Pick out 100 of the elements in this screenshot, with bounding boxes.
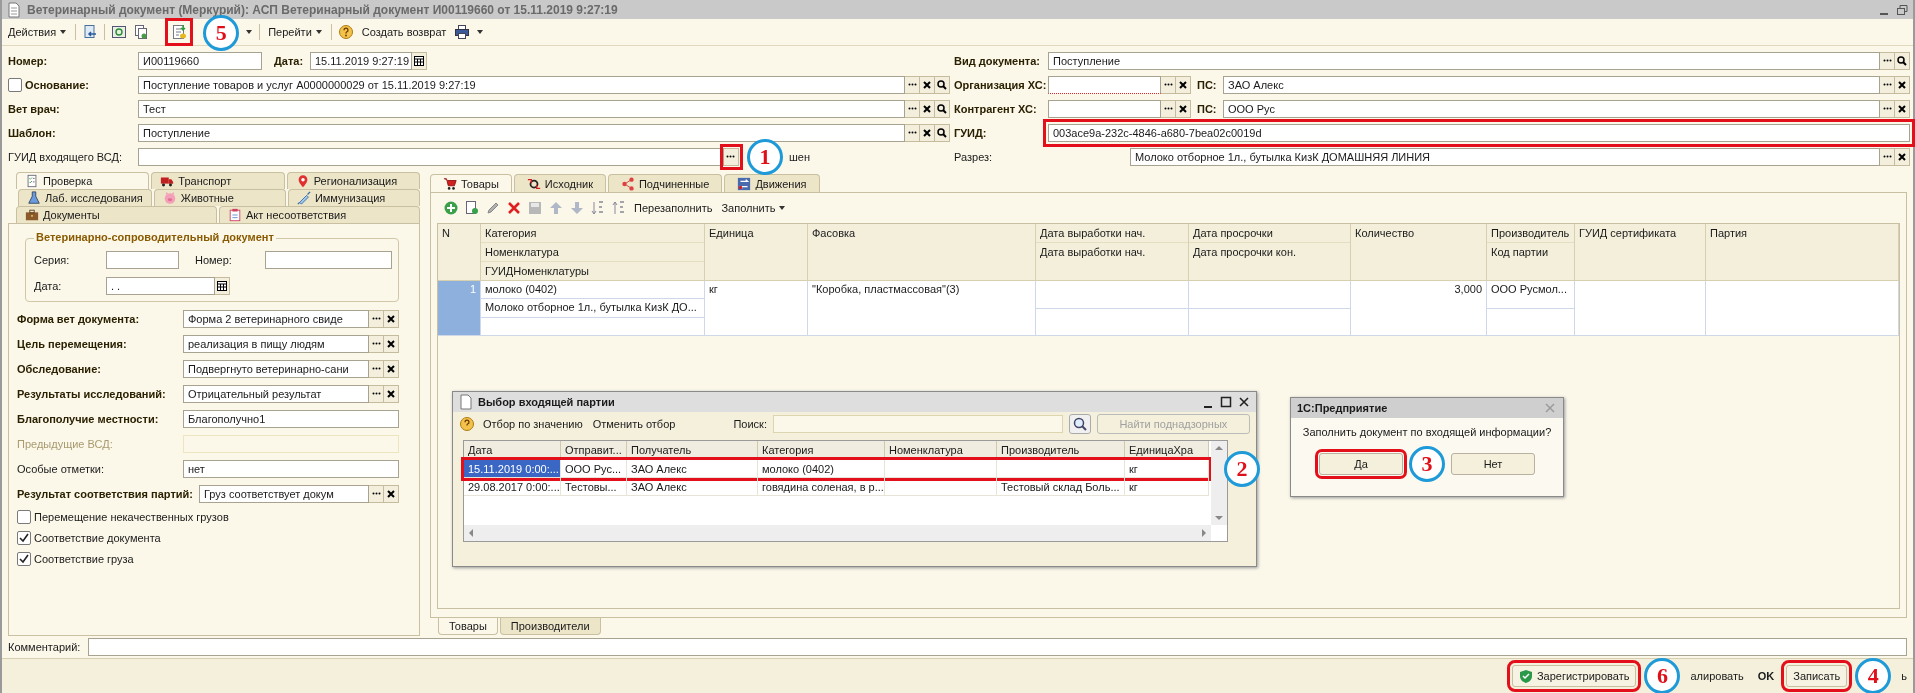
clear-button[interactable] bbox=[1176, 75, 1191, 94]
copy-icon[interactable] bbox=[464, 200, 480, 216]
tab[interactable]: Проверка bbox=[16, 172, 150, 189]
tab[interactable]: Лаб. исследования bbox=[18, 189, 152, 206]
button-label[interactable]: ь bbox=[1899, 670, 1909, 682]
column-header[interactable]: Партия bbox=[1706, 224, 1898, 280]
tab[interactable]: Подчиненные bbox=[607, 174, 723, 192]
maximize-icon[interactable] bbox=[1219, 395, 1233, 409]
checkbox[interactable] bbox=[17, 509, 31, 524]
calendar-button[interactable] bbox=[215, 277, 230, 295]
table-cell[interactable]: 29.08.2017 0:00:... bbox=[464, 478, 561, 496]
column-header[interactable]: Номенклатура bbox=[481, 243, 704, 262]
checkbox[interactable] bbox=[8, 77, 22, 92]
column-header[interactable]: Единица bbox=[705, 224, 807, 280]
column-header[interactable]: ГУИД сертификата bbox=[1575, 224, 1705, 280]
clear-button[interactable] bbox=[920, 123, 935, 142]
pencil-icon[interactable] bbox=[485, 200, 501, 216]
clear-button[interactable] bbox=[920, 99, 935, 118]
clear-button[interactable] bbox=[920, 75, 935, 94]
input-field[interactable]: Молоко отборное 1л., бутылка КизК ДОМАШНЯЯ ЛИНИЯ bbox=[1130, 147, 1880, 166]
clear-button[interactable] bbox=[1895, 99, 1910, 118]
button-label[interactable]: алировать bbox=[1688, 670, 1746, 682]
tab[interactable]: Движения bbox=[724, 174, 820, 192]
table-cell[interactable]: говядина соленая, в р... bbox=[758, 478, 885, 496]
table-cell[interactable]: ЗАО Алекс bbox=[627, 460, 758, 478]
column-header[interactable]: Дата просрочки bbox=[1189, 224, 1350, 243]
add-icon[interactable] bbox=[443, 200, 459, 216]
delete-icon[interactable] bbox=[506, 200, 522, 216]
calendar-button[interactable] bbox=[412, 51, 427, 70]
input-field[interactable]: Подвергнуто ветеринарно-сани bbox=[183, 359, 369, 378]
input-field[interactable]: . . bbox=[106, 277, 215, 295]
printer-icon[interactable] bbox=[454, 24, 471, 40]
column-header[interactable]: Количество bbox=[1351, 224, 1486, 280]
clear-button[interactable] bbox=[384, 334, 399, 353]
column-header[interactable]: Код партии bbox=[1487, 243, 1574, 280]
input-field[interactable]: Форма 2 ветеринарного свиде bbox=[183, 309, 369, 328]
caret-icon[interactable] bbox=[476, 28, 485, 36]
refresh-icon[interactable] bbox=[111, 24, 128, 40]
checkbox[interactable] bbox=[17, 551, 31, 566]
tab[interactable]: Транспорт bbox=[151, 172, 285, 189]
column-header[interactable]: ГУИДНоменклатуры bbox=[481, 262, 704, 280]
column-header[interactable]: Фасовка bbox=[808, 224, 1035, 280]
dialog-button[interactable]: Нет bbox=[1451, 453, 1535, 475]
fill-button[interactable] bbox=[165, 18, 194, 46]
table-row[interactable]: 29.08.2017 0:00:... Тестовы... ЗАО Алекс говядина соленая, в р... Тестовый склад Боль... кг bbox=[464, 478, 1209, 496]
tab[interactable]: Производители bbox=[499, 618, 601, 635]
cancel-filter-button[interactable]: Отменить отбор bbox=[590, 417, 678, 431]
table-cell[interactable]: Тестовый склад Боль... bbox=[997, 478, 1125, 496]
table-cell[interactable]: кг bbox=[1125, 478, 1209, 496]
input-field[interactable]: Поступление bbox=[1048, 51, 1880, 70]
clear-button[interactable] bbox=[1176, 99, 1191, 118]
fill-menu[interactable]: Заполнить bbox=[719, 201, 789, 215]
table-cell[interactable]: 15.11.2019 0:00:... bbox=[464, 460, 561, 478]
input-field[interactable]: Тест bbox=[138, 99, 905, 118]
clear-button[interactable] bbox=[384, 359, 399, 378]
input-field[interactable]: реализация в пищу людям bbox=[183, 334, 369, 353]
document-arrow-icon[interactable] bbox=[82, 24, 99, 40]
input-field[interactable]: Благополучно1 bbox=[183, 409, 399, 428]
column-header[interactable]: Дата просрочки кон. bbox=[1189, 243, 1350, 280]
clear-button[interactable] bbox=[1895, 147, 1910, 166]
scrollbar[interactable] bbox=[1211, 441, 1227, 525]
clear-button[interactable] bbox=[1895, 75, 1910, 94]
table-cell[interactable]: молоко (0402) bbox=[758, 460, 885, 478]
input-field[interactable] bbox=[88, 638, 1907, 656]
tab[interactable]: Документы bbox=[16, 206, 217, 223]
search-button[interactable] bbox=[1068, 414, 1091, 434]
tab[interactable]: Регионализация bbox=[286, 172, 420, 189]
input-field[interactable] bbox=[1048, 75, 1161, 94]
tab[interactable]: Акт несоответствия bbox=[219, 206, 420, 223]
input-field[interactable]: ООО Рус bbox=[1223, 99, 1880, 118]
table-cell[interactable]: кг bbox=[1125, 460, 1209, 478]
input-field[interactable]: нет bbox=[183, 459, 399, 478]
filter-button[interactable]: Отбор по значению bbox=[481, 417, 585, 431]
open-button[interactable] bbox=[935, 123, 950, 142]
table-cell[interactable]: Тестовы... bbox=[561, 478, 627, 496]
tab[interactable]: Товары bbox=[430, 174, 512, 192]
search-field[interactable] bbox=[772, 415, 1063, 433]
input-field[interactable] bbox=[1048, 99, 1161, 118]
input-field[interactable] bbox=[106, 251, 179, 269]
input-field[interactable] bbox=[138, 147, 724, 166]
tab[interactable]: Иммунизация bbox=[287, 189, 420, 206]
input-field[interactable]: ЗАО Алекс bbox=[1223, 75, 1880, 94]
close-icon[interactable] bbox=[1237, 395, 1251, 409]
goto-menu[interactable]: Перейти bbox=[266, 25, 325, 39]
fill-document-icon[interactable] bbox=[171, 24, 188, 40]
scrollbar[interactable] bbox=[464, 525, 1211, 541]
open-button[interactable] bbox=[1895, 51, 1910, 70]
column-header[interactable]: Категория bbox=[481, 224, 704, 243]
input-field[interactable] bbox=[265, 251, 392, 269]
help-icon[interactable] bbox=[337, 24, 354, 40]
tab[interactable]: Товары bbox=[438, 618, 498, 635]
refill-button[interactable]: Перезаполнить bbox=[632, 201, 715, 215]
input-field[interactable]: 15.11.2019 9:27:19 bbox=[310, 51, 412, 70]
column-header[interactable]: Дата выработки нач. bbox=[1036, 243, 1188, 280]
create-return-button[interactable]: Создать возврат bbox=[359, 25, 449, 39]
copy-icon[interactable] bbox=[133, 24, 150, 40]
actions-menu[interactable]: Действия bbox=[6, 25, 70, 39]
checkbox[interactable] bbox=[17, 530, 31, 545]
input-field[interactable]: Груз соответствует докум bbox=[199, 484, 369, 503]
input-field[interactable]: Поступление bbox=[138, 123, 905, 142]
